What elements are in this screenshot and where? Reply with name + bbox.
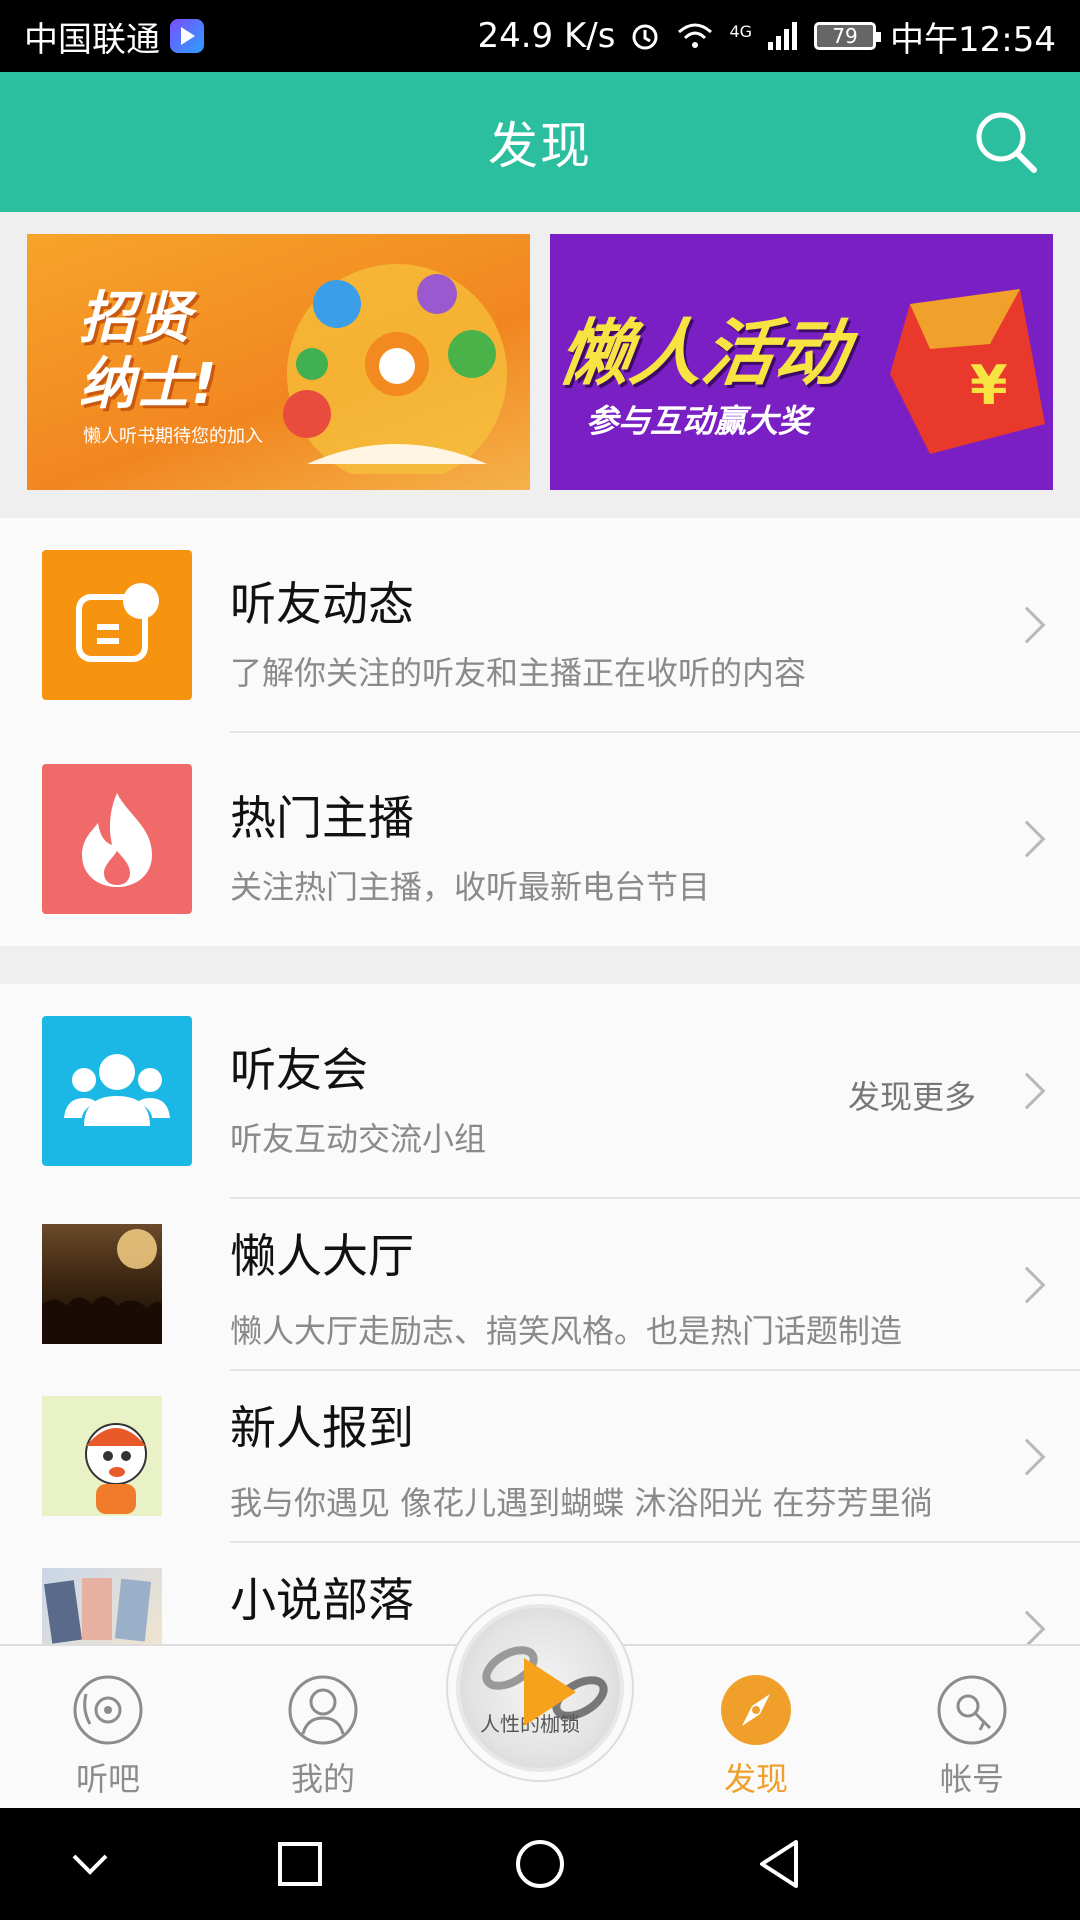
listener-club-subtitle: 听友互动交流小组 — [230, 1120, 487, 1158]
chevron-right-icon — [1008, 606, 1046, 644]
newcomer-subtitle: 我与你遇见 像花儿遇到蝴蝶 沐浴阳光 在芬芳里徜 — [230, 1484, 933, 1522]
newcomer-title: 新人报到 — [230, 1401, 414, 1455]
group-icon — [64, 1054, 170, 1126]
book-covers-image — [43, 1578, 152, 1644]
flame-icon — [82, 793, 152, 887]
play-icon — [524, 1658, 576, 1726]
video-app-icon — [170, 19, 204, 53]
banner-illustration — [283, 264, 507, 474]
network-type: 4G — [729, 21, 753, 41]
banner-activity-headline: 懒人活动 — [553, 311, 854, 395]
compass-icon — [721, 1675, 791, 1745]
discover-section-groups: 听友会 听友互动交流小组 发现更多 懒人大厅 懒人大厅走励志、搞笑风格。也是热门… — [0, 984, 1080, 1648]
banner-recruit-subtitle: 懒人听书期待您的加入 — [83, 426, 263, 447]
message-icon — [76, 583, 159, 662]
discover-more-link[interactable]: 发现更多 — [848, 1072, 976, 1118]
discover-section-main: 听友动态 了解你关注的听友和主播正在收听的内容 热门主播 关注热门主播，收听最新… — [0, 518, 1080, 946]
battery-level: 79 — [832, 24, 858, 48]
hot-hosts-icon-box — [42, 764, 192, 914]
now-playing-button[interactable]: 人性的枷锁 — [456, 1604, 624, 1772]
tab-discover[interactable]: 发现 — [686, 1674, 826, 1800]
vinyl-icon — [73, 1675, 143, 1745]
hot-hosts-title: 热门主播 — [230, 791, 414, 845]
banner-activity[interactable]: ¥ 懒人活动 参与互动赢大奖 — [550, 234, 1053, 490]
friend-feed-icon-box — [42, 550, 192, 700]
banner-area: 招贤 纳士! 懒人听书期待您的加入 ¥ 懒人活动 参与互动赢大奖 — [0, 212, 1080, 518]
list-item-friend-feed[interactable]: 听友动态 了解你关注的听友和主播正在收听的内容 — [0, 518, 1080, 733]
banner-recruit-headline: 招贤 纳士! — [79, 286, 217, 417]
list-item-hot-hosts[interactable]: 热门主播 关注热门主播，收听最新电台节目 — [0, 732, 1080, 946]
friend-feed-title: 听友动态 — [230, 577, 414, 631]
newcomer-thumbnail — [42, 1396, 162, 1516]
novel-tribe-title: 小说部落 — [230, 1573, 414, 1627]
carrier-name: 中国联通 — [24, 19, 160, 60]
battery-icon: 79 — [814, 22, 882, 50]
lazy-hall-title: 懒人大厅 — [230, 1229, 414, 1283]
list-item-lazy-hall[interactable]: 懒人大厅 懒人大厅走励志、搞笑风格。也是热门话题制造 — [0, 1198, 1080, 1371]
chevron-right-icon — [1008, 1610, 1046, 1648]
clock: 中午12:54 — [890, 19, 1056, 60]
hot-hosts-subtitle: 关注热门主播，收听最新电台节目 — [230, 868, 711, 906]
chevron-right-icon — [1008, 1266, 1046, 1304]
search-icon[interactable] — [970, 106, 1042, 178]
tab-discover-label: 发现 — [723, 1760, 788, 1798]
crowd-image — [42, 1229, 162, 1344]
banner-recruit[interactable]: 招贤 纳士! 懒人听书期待您的加入 — [27, 234, 530, 490]
list-item-listener-club[interactable]: 听友会 听友互动交流小组 发现更多 — [0, 984, 1080, 1199]
lazy-hall-subtitle: 懒人大厅走励志、搞笑风格。也是热门话题制造 — [230, 1312, 903, 1350]
account-disc-icon — [937, 1675, 1007, 1745]
cartoon-character-image — [85, 1423, 147, 1514]
alarm-icon — [632, 24, 658, 50]
person-icon — [288, 1675, 358, 1745]
listener-club-title: 听友会 — [230, 1043, 368, 1097]
svg-text:¥: ¥ — [970, 354, 1008, 417]
network-speed: 24.9 K/s — [477, 16, 616, 56]
tab-listen-label: 听吧 — [75, 1760, 140, 1798]
recents-icon[interactable] — [272, 1836, 328, 1892]
page-title: 发现 — [488, 117, 592, 175]
tab-mine[interactable]: 我的 — [253, 1674, 393, 1800]
tab-account[interactable]: 帐号 — [902, 1674, 1042, 1800]
status-bar: 中国联通 24.9 K/s 4G 79 中午12:54 — [0, 0, 1080, 72]
signal-icon — [768, 22, 798, 50]
list-item-newcomer[interactable]: 新人报到 我与你遇见 像花儿遇到蝴蝶 沐浴阳光 在芬芳里徜 — [0, 1370, 1080, 1543]
chevron-down-icon[interactable] — [62, 1836, 118, 1892]
tab-account-label: 帐号 — [939, 1760, 1004, 1798]
tab-mine-label: 我的 — [290, 1760, 355, 1798]
novel-thumbnail — [42, 1568, 162, 1644]
red-envelope-icon: ¥ — [890, 289, 1045, 454]
concert-thumbnail — [42, 1224, 162, 1344]
app-header: 发现 — [0, 72, 1080, 212]
back-icon[interactable] — [752, 1836, 808, 1892]
wifi-icon — [678, 23, 713, 48]
banner-activity-subtitle: 参与互动赢大奖 — [586, 402, 811, 440]
chevron-right-icon — [1008, 1072, 1046, 1110]
tab-listen[interactable]: 听吧 — [38, 1674, 178, 1800]
status-right: 24.9 K/s 4G 79 中午12:54 — [477, 12, 1056, 61]
system-nav-bar — [0, 1808, 1080, 1920]
chevron-right-icon — [1008, 1438, 1046, 1476]
home-icon[interactable] — [512, 1836, 568, 1892]
carrier-group: 中国联通 — [24, 12, 204, 61]
friend-feed-subtitle: 了解你关注的听友和主播正在收听的内容 — [230, 654, 807, 692]
chevron-right-icon — [1008, 820, 1046, 858]
listener-club-icon-box — [42, 1016, 192, 1166]
